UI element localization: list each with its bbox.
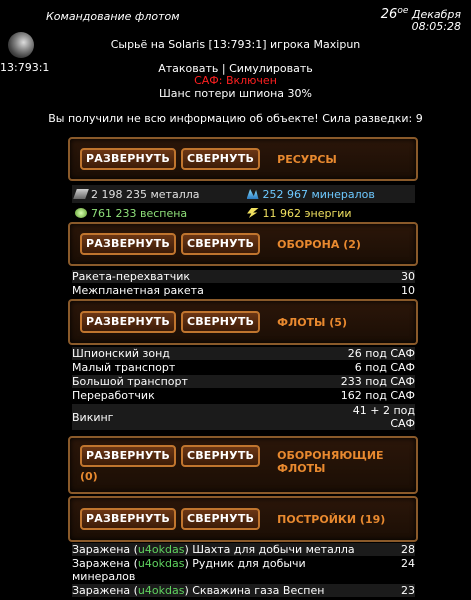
vespene-icon xyxy=(75,208,87,218)
fleet-value: 162 под САФ xyxy=(340,389,415,402)
infected-by[interactable]: u4okdas xyxy=(138,584,185,597)
buildings-title: ПОСТРОЙКИ (19) xyxy=(277,512,386,526)
table-row: Заражена (u4okdas) Шахта для добычи мета… xyxy=(72,543,415,556)
energy-text: 11 962 энергии xyxy=(262,206,352,220)
resources-expand-button[interactable]: РАЗВЕРНУТЬ xyxy=(80,148,176,170)
buildings-collapse-button[interactable]: СВЕРНУТЬ xyxy=(180,508,261,530)
fleet-name: Шпионский зонд xyxy=(72,347,170,360)
spy-loss-chance: Шанс потери шпиона 30% xyxy=(159,87,312,100)
fleets-panel: РАЗВЕРНУТЬ СВЕРНУТЬ ФЛОТЫ (5) xyxy=(68,299,418,345)
resources-row-2: 761 233 веспена 11 962 энергии xyxy=(72,204,415,222)
defense-title: ОБОРОНА (2) xyxy=(277,237,361,251)
building-name: Заражена (u4okdas) Скважина газа Веспен xyxy=(72,584,324,597)
infected-prefix: Заражена ( xyxy=(72,557,138,570)
fleet-name: Малый транспорт xyxy=(72,361,176,374)
defending-fleets-expand-button[interactable]: РАЗВЕРНУТЬ xyxy=(80,445,176,467)
minerals-text: 252 967 минералов xyxy=(262,187,375,201)
defense-name: Ракета-перехватчик xyxy=(72,270,191,283)
metal-text: 2 198 235 металла xyxy=(91,187,200,201)
buildings-expand-button[interactable]: РАЗВЕРНУТЬ xyxy=(80,508,176,530)
minerals-amount: 252 967 минералов xyxy=(244,185,416,203)
defense-value: 30 xyxy=(401,270,415,283)
defense-name: Межпланетная ракета xyxy=(72,284,204,297)
table-row: Ракета-перехватчик 30 xyxy=(72,270,415,283)
infected-suffix: ) xyxy=(184,543,189,556)
server-time: 08:05:28 xyxy=(411,20,461,33)
defense-collapse-button[interactable]: СВЕРНУТЬ xyxy=(180,233,261,255)
table-row: Шпионский зонд 26 под САФ xyxy=(72,347,415,360)
infected-by[interactable]: u4okdas xyxy=(138,543,185,556)
fleets-title: ФЛОТЫ (5) xyxy=(277,315,347,329)
fleet-name: Викинг xyxy=(72,410,114,424)
building-label: Скважина газа Веспен xyxy=(192,584,325,597)
defense-panel: РАЗВЕРНУТЬ СВЕРНУТЬ ОБОРОНА (2) xyxy=(68,222,418,266)
resources-collapse-button[interactable]: СВЕРНУТЬ xyxy=(180,148,261,170)
fleet-name: Переработчик xyxy=(72,389,155,402)
buildings-panel: РАЗВЕРНУТЬ СВЕРНУТЬ ПОСТРОЙКИ (19) xyxy=(68,496,418,542)
table-row: Малый транспорт 6 под САФ xyxy=(72,361,415,374)
resources-row-1: 2 198 235 металла 252 967 минералов xyxy=(72,185,415,203)
fleet-value-line2: САФ xyxy=(390,417,415,430)
fleet-value-line1: 41 + 2 под xyxy=(352,404,415,417)
defense-value: 10 xyxy=(401,284,415,297)
table-row: Заражена (u4okdas) Рудник для добычи мине… xyxy=(72,557,415,583)
infected-prefix: Заражена ( xyxy=(72,543,138,556)
metal-amount: 2 198 235 металла xyxy=(72,185,244,203)
vespene-text: 761 233 веспена xyxy=(91,206,188,220)
infected-by[interactable]: u4okdas xyxy=(138,557,185,570)
building-label-line2: минералов xyxy=(72,570,136,583)
building-label-line1: Рудник для добычи xyxy=(192,557,306,570)
metal-icon xyxy=(73,189,89,199)
table-row: Большой транспорт 233 под САФ xyxy=(72,375,415,388)
fleets-collapse-button[interactable]: СВЕРНУТЬ xyxy=(180,311,261,333)
table-row: Заражена (u4okdas) Скважина газа Веспен … xyxy=(72,584,415,597)
building-name: Заражена (u4okdas) Шахта для добычи мета… xyxy=(72,543,355,556)
fleet-value: 26 под САФ xyxy=(347,347,415,360)
fleets-expand-button[interactable]: РАЗВЕРНУТЬ xyxy=(80,311,176,333)
defending-fleets-count: (0) xyxy=(80,470,98,483)
fleet-value: 6 под САФ xyxy=(354,361,415,374)
fleet-value: 233 под САФ xyxy=(340,375,415,388)
defending-fleets-collapse-button[interactable]: СВЕРНУТЬ xyxy=(180,445,261,467)
infected-suffix: ) xyxy=(184,557,189,570)
energy-icon xyxy=(247,208,259,218)
date-suffix: ое xyxy=(397,6,409,16)
fleet-name: Большой транспорт xyxy=(72,375,188,388)
defense-expand-button[interactable]: РАЗВЕРНУТЬ xyxy=(80,233,176,255)
infected-prefix: Заражена ( xyxy=(72,584,138,597)
infected-suffix: ) xyxy=(184,584,189,597)
date-day: 26 xyxy=(380,7,398,22)
table-row: Переработчик 162 под САФ xyxy=(72,389,415,402)
table-row: Межпланетная ракета 10 xyxy=(72,284,415,297)
defending-fleets-title: ОБОРОНЯЮЩИЕ ФЛОТЫ xyxy=(277,449,384,475)
info-warning: Вы получили не всю информацию об объекте… xyxy=(48,112,423,125)
building-level: 23 xyxy=(401,584,415,597)
minerals-icon xyxy=(246,189,259,199)
report-heading: Сырьё на Solaris [13:793:1] игрока Maxip… xyxy=(110,38,361,51)
vespene-amount: 761 233 веспена xyxy=(72,204,244,222)
fleet-value: 41 + 2 под САФ xyxy=(353,404,415,430)
server-date-time: 26ое Декабря 08:05:28 xyxy=(381,5,461,33)
energy-amount: 11 962 энергии xyxy=(244,204,416,222)
defending-fleets-panel: РАЗВЕРНУТЬ СВЕРНУТЬ ОБОРОНЯЮЩИЕ ФЛОТЫ (0… xyxy=(68,436,418,494)
resources-panel: РАЗВЕРНУТЬ СВЕРНУТЬ РЕСУРСЫ xyxy=(68,137,418,181)
building-level: 24 xyxy=(401,557,415,570)
building-level: 28 xyxy=(401,543,415,556)
table-row: Викинг 41 + 2 под САФ xyxy=(72,404,415,430)
resources-title: РЕСУРСЫ xyxy=(277,152,337,166)
building-name: Заражена (u4okdas) Рудник для добычи мине… xyxy=(72,557,306,583)
building-label: Шахта для добычи металла xyxy=(192,543,355,556)
page-title: Командование флотом xyxy=(46,10,180,23)
saf-status: САФ: Включен xyxy=(194,74,277,87)
